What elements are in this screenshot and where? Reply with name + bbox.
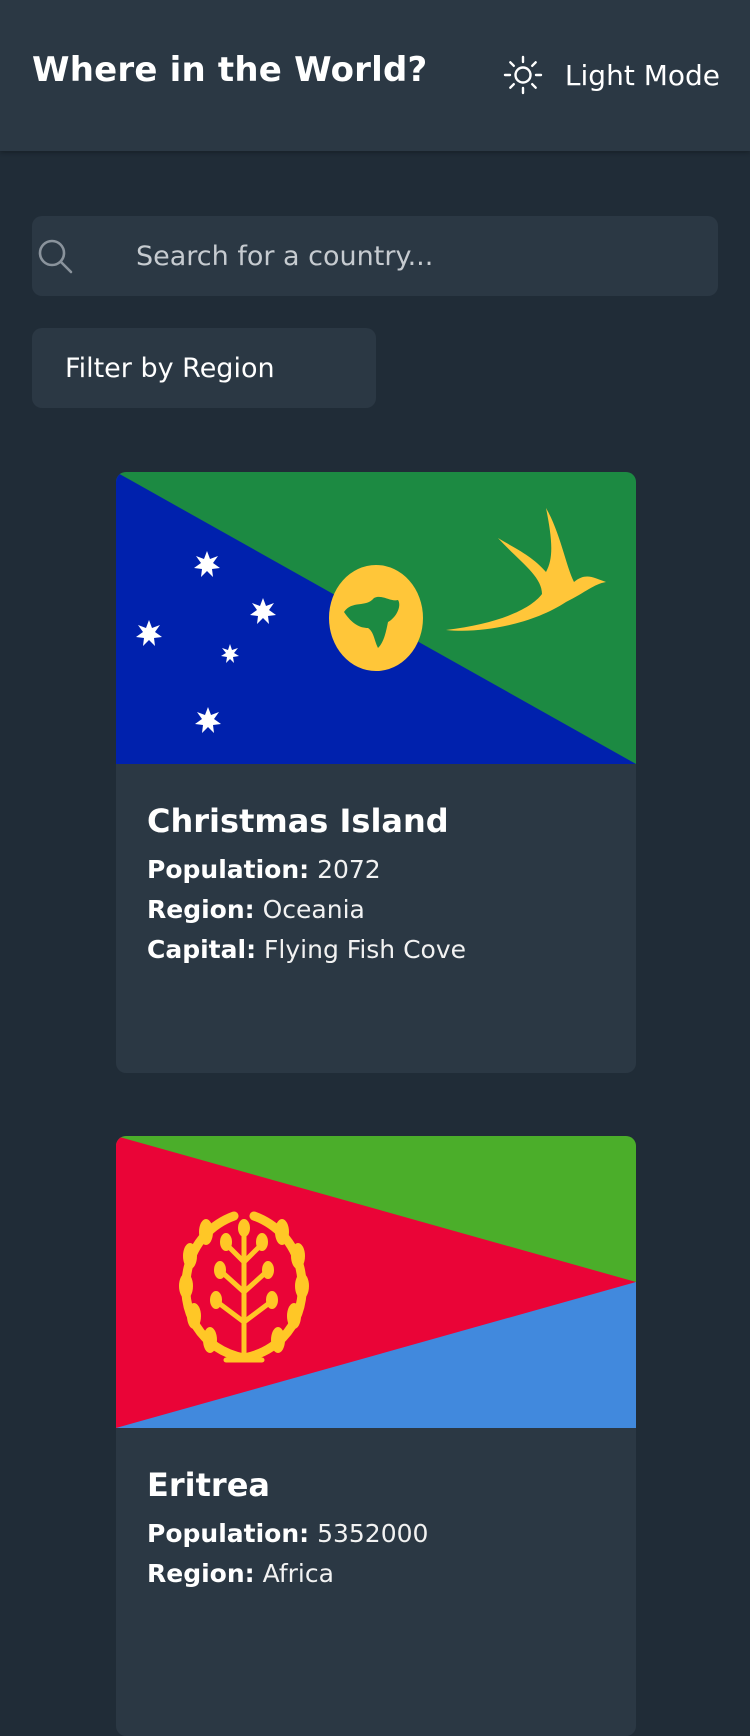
population-label: Population: [147, 855, 310, 884]
flag-image [116, 1136, 636, 1428]
theme-toggle-button[interactable]: Light Mode [503, 52, 720, 98]
country-details: Eritrea Population: 5352000 Region: Afri… [147, 1466, 607, 1594]
capital-label: Capital: [147, 935, 257, 964]
region-value: Africa [262, 1559, 334, 1588]
population-value: 5352000 [317, 1519, 429, 1548]
country-card[interactable]: Christmas Island Population: 2072 Region… [116, 472, 636, 1073]
country-name: Eritrea [147, 1466, 270, 1504]
population-value: 2072 [317, 855, 381, 884]
population-row: Population: 2072 [147, 850, 607, 890]
theme-toggle-label: Light Mode [564, 58, 720, 92]
country-details: Christmas Island Population: 2072 Region… [147, 802, 607, 970]
app-title: Where in the World? [32, 50, 428, 90]
search-icon [38, 239, 73, 274]
region-filter-dropdown[interactable]: Filter by Region [32, 328, 376, 408]
country-card[interactable]: Eritrea Population: 5352000 Region: Afri… [116, 1136, 636, 1736]
flag-image [116, 472, 636, 764]
search-box [32, 216, 718, 296]
population-label: Population: [147, 1519, 310, 1548]
search-input[interactable] [136, 216, 706, 296]
region-label: Region: [147, 1559, 255, 1588]
sun-icon [503, 55, 543, 95]
country-name: Christmas Island [147, 802, 449, 840]
region-value: Oceania [262, 895, 365, 924]
region-row: Region: Africa [147, 1554, 607, 1594]
capital-row: Capital: Flying Fish Cove [147, 930, 607, 970]
region-filter-label: Filter by Region [65, 352, 275, 384]
population-row: Population: 5352000 [147, 1514, 607, 1554]
app-header: Where in the World? Light Mode [0, 0, 750, 151]
region-label: Region: [147, 895, 255, 924]
capital-value: Flying Fish Cove [264, 935, 467, 964]
region-row: Region: Oceania [147, 890, 607, 930]
